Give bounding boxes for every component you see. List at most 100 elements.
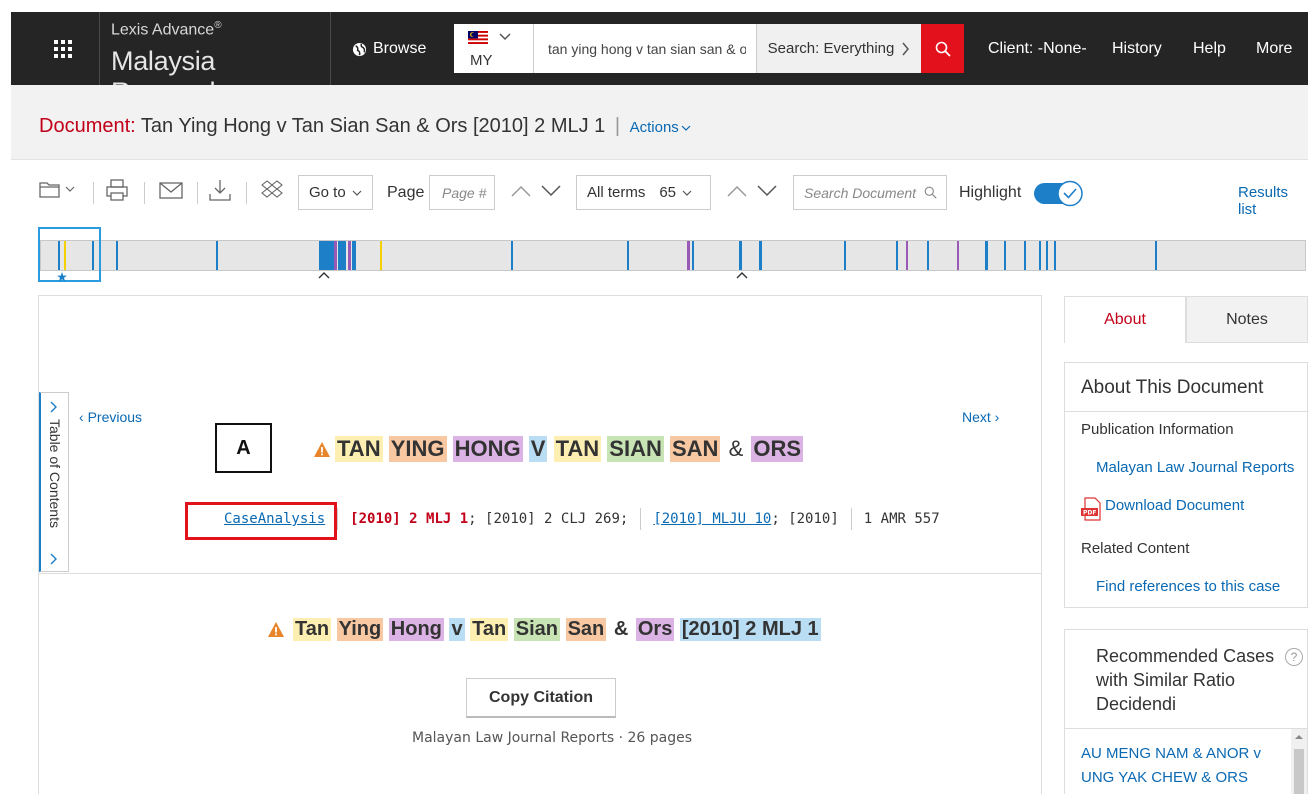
next-page-button[interactable]	[541, 185, 561, 197]
hit-marker[interactable]	[927, 241, 929, 270]
document-title-row: Document: Tan Ying Hong v Tan Sian San &…	[39, 115, 691, 138]
scrollbar-thumb[interactable]	[1294, 749, 1304, 794]
search-document-input[interactable]: Search Document	[793, 175, 947, 210]
next-term-button[interactable]	[757, 185, 777, 197]
case-analysis-link[interactable]: CaseAnalysis	[224, 511, 325, 527]
right-sidebar: About Notes About This Document Publicat…	[1064, 296, 1308, 794]
dropbox-button[interactable]	[261, 180, 283, 200]
tab-notes[interactable]: Notes	[1186, 296, 1308, 343]
about-document-card: About This Document Publication Informat…	[1064, 362, 1308, 608]
search-icon	[935, 41, 951, 57]
download-button[interactable]	[209, 179, 231, 201]
more-menu[interactable]: More	[1256, 40, 1292, 58]
goto-label: Go to	[309, 184, 346, 201]
hit-marker[interactable]	[1004, 241, 1006, 270]
hit-marker[interactable]	[627, 241, 629, 270]
copy-citation-button[interactable]: Copy Citation	[466, 678, 616, 718]
chevron-right-icon	[902, 42, 910, 55]
goto-dropdown[interactable]: Go to	[298, 175, 373, 210]
hit-marker[interactable]	[759, 241, 762, 270]
chevron-right-icon	[50, 401, 57, 413]
hit-marker[interactable]	[1039, 241, 1041, 270]
print-button[interactable]	[106, 179, 128, 201]
table-of-contents-toggle[interactable]: Table of Contents	[39, 392, 69, 572]
divider: |	[614, 115, 621, 137]
hit-marker[interactable]	[380, 241, 382, 270]
malaysia-flag-icon	[468, 31, 488, 44]
recommended-cases-card: Recommended Cases with Similar Ratio Dec…	[1064, 629, 1308, 794]
hit-marker[interactable]	[116, 241, 118, 270]
chevron-right-icon	[50, 553, 57, 565]
next-document-link[interactable]: Next ›	[962, 409, 999, 425]
hit-marker[interactable]	[319, 241, 334, 270]
publication-info-label: Publication Information	[1081, 421, 1234, 438]
hit-marker[interactable]	[352, 241, 356, 270]
document-header: Document: Tan Ying Hong v Tan Sian San &…	[11, 85, 1308, 160]
help-icon[interactable]: ?	[1285, 648, 1303, 666]
hit-marker[interactable]	[216, 241, 218, 270]
actions-menu[interactable]: Actions	[630, 119, 691, 136]
folder-menu-button[interactable]	[39, 180, 75, 198]
hit-marker[interactable]	[511, 241, 513, 270]
term-hit-map[interactable]	[40, 240, 1306, 271]
about-heading: About This Document	[1081, 377, 1264, 398]
history-link[interactable]: History	[1112, 40, 1162, 58]
browse-button[interactable]: Browse	[352, 40, 426, 58]
hit-marker[interactable]	[844, 241, 846, 270]
client-menu[interactable]: Client: -None-	[988, 40, 1087, 58]
title-word: SAN	[669, 436, 721, 462]
title-word: V	[528, 436, 548, 462]
toggle-on-icon	[1034, 180, 1083, 207]
product-brand[interactable]: Lexis Advance® Malaysia Research	[99, 12, 331, 107]
results-list-link[interactable]: Results list	[1238, 184, 1308, 218]
hit-marker[interactable]	[1054, 241, 1056, 270]
search-scope-selector[interactable]: Search: Everything	[756, 24, 921, 73]
email-button[interactable]	[159, 182, 183, 199]
hit-marker[interactable]	[687, 241, 690, 270]
hit-marker[interactable]	[334, 241, 337, 270]
email-icon	[159, 182, 183, 199]
previous-document-link[interactable]: ‹ Previous	[79, 409, 142, 425]
title2-word: Tan	[293, 618, 332, 641]
hit-marker[interactable]	[739, 241, 742, 270]
chevron-down-icon	[541, 185, 561, 197]
recommended-case-link[interactable]: AU MENG NAM & ANOR v UNG YAK CHEW & ORS	[1081, 742, 1271, 790]
previous-label: Previous	[87, 409, 143, 425]
related-content-label: Related Content	[1081, 540, 1190, 557]
recommended-scrollbar[interactable]	[1291, 729, 1307, 794]
help-link[interactable]: Help	[1193, 40, 1226, 58]
page-number-input[interactable]: Page #	[429, 175, 495, 210]
hit-marker[interactable]	[1046, 241, 1048, 270]
toc-label: Table of Contents	[47, 419, 63, 528]
previous-page-button[interactable]	[511, 185, 531, 197]
hit-marker[interactable]	[1155, 241, 1157, 270]
actions-label: Actions	[629, 119, 679, 136]
country-code: MY	[470, 52, 493, 69]
download-document-link[interactable]: PDF Download Document	[1081, 497, 1244, 521]
hit-marker[interactable]	[985, 241, 988, 270]
current-position-star-icon	[57, 272, 67, 282]
previous-term-button[interactable]	[727, 185, 747, 197]
search-input[interactable]	[534, 24, 756, 73]
all-terms-dropdown[interactable]: All terms 65	[576, 175, 711, 210]
highlight-toggle[interactable]	[1033, 180, 1085, 207]
tab-about[interactable]: About	[1064, 296, 1186, 343]
mlju-citation-link[interactable]: [2010] MLJU 10	[653, 511, 771, 527]
divider	[1065, 728, 1307, 729]
search-button[interactable]	[921, 24, 964, 73]
apps-grid-button[interactable]	[39, 12, 87, 85]
hit-marker[interactable]	[896, 241, 898, 270]
dropbox-icon	[261, 180, 283, 198]
hit-marker[interactable]	[692, 241, 694, 270]
hit-marker[interactable]	[1024, 241, 1026, 270]
recommended-title: Recommended Cases with Similar Ratio Dec…	[1096, 646, 1275, 714]
find-references-link[interactable]: Find references to this case	[1096, 578, 1280, 595]
mljr-link[interactable]: Malayan Law Journal Reports	[1096, 459, 1294, 476]
hit-marker[interactable]	[348, 241, 351, 270]
hit-map-viewport[interactable]	[38, 227, 101, 282]
hit-marker[interactable]	[338, 241, 346, 270]
hit-marker[interactable]	[957, 241, 959, 270]
pdf-icon: PDF	[1081, 497, 1101, 521]
country-selector[interactable]: MY	[454, 24, 534, 73]
hit-marker[interactable]	[906, 241, 908, 270]
